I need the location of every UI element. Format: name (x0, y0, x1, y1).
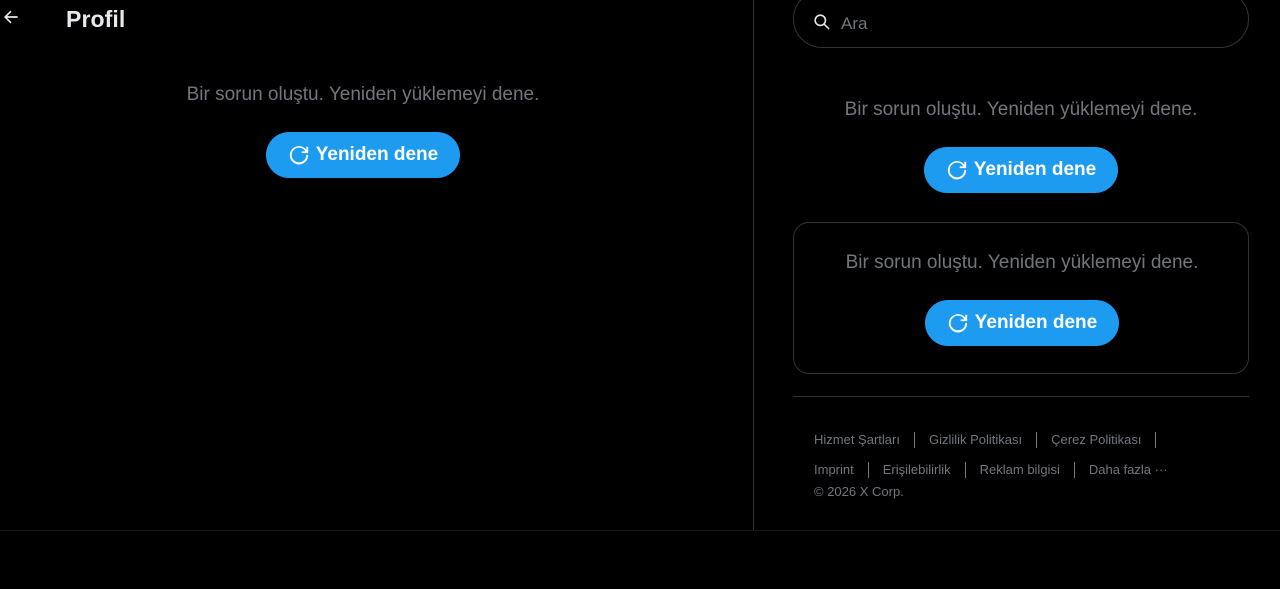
footer-separator (1036, 432, 1038, 448)
profile-header: Profil (0, 0, 753, 42)
search-icon (812, 12, 831, 36)
footer-link-more[interactable]: Daha fazla ··· (1089, 455, 1168, 485)
sidebar-card: Bir sorun oluştu. Yeniden yüklemeyi dene… (793, 222, 1249, 374)
footer-row-1: Hizmet Şartları Gizlilik Politikası Çere… (814, 425, 1244, 455)
footer-separator (913, 432, 915, 448)
retry-button[interactable]: Yeniden dene (923, 147, 1119, 193)
retry-button-label: Yeniden dene (974, 312, 1098, 333)
divider (793, 396, 1249, 397)
arrow-left-icon (1, 7, 21, 32)
app-root: Profil Bir sorun oluştu. Yeniden yükleme… (0, 0, 1280, 589)
retry-button-label: Yeniden dene (973, 159, 1097, 180)
refresh-icon (288, 144, 310, 166)
refresh-icon (947, 312, 969, 334)
page-title: Profil (66, 6, 126, 32)
search-bar[interactable] (793, 0, 1249, 48)
retry-button-label: Yeniden dene (315, 144, 439, 165)
footer-link-terms[interactable]: Hizmet Şartları (814, 425, 900, 455)
back-button[interactable] (0, 4, 26, 34)
retry-button[interactable]: Yeniden dene (265, 132, 461, 178)
retry-button[interactable]: Yeniden dene (924, 300, 1120, 346)
right-sidebar: Bir sorun oluştu. Yeniden yüklemeyi dene… (754, 0, 1280, 530)
footer-separator (867, 462, 869, 478)
main-error-block: Bir sorun oluştu. Yeniden yüklemeyi dene… (177, 84, 549, 178)
footer-link-ads-info[interactable]: Reklam bilgisi (980, 455, 1060, 485)
bottom-bar (0, 530, 1280, 589)
footer: Hizmet Şartları Gizlilik Politikası Çere… (814, 425, 1244, 503)
error-message: Bir sorun oluştu. Yeniden yüklemeyi dene… (845, 252, 1199, 273)
sidebar-error-block-2: Bir sorun oluştu. Yeniden yüklemeyi dene… (836, 252, 1208, 346)
refresh-icon (946, 159, 968, 181)
main-column: Profil Bir sorun oluştu. Yeniden yükleme… (0, 0, 754, 530)
error-message: Bir sorun oluştu. Yeniden yüklemeyi dene… (844, 99, 1198, 120)
error-message: Bir sorun oluştu. Yeniden yüklemeyi dene… (186, 84, 540, 105)
footer-link-cookies[interactable]: Çerez Politikası (1051, 425, 1141, 455)
footer-separator (964, 462, 966, 478)
footer-separator (1073, 462, 1075, 478)
search-input[interactable] (839, 13, 1219, 35)
footer-link-privacy[interactable]: Gizlilik Politikası (929, 425, 1022, 455)
footer-separator (1155, 432, 1157, 448)
sidebar-error-block-1: Bir sorun oluştu. Yeniden yüklemeyi dene… (835, 99, 1207, 193)
